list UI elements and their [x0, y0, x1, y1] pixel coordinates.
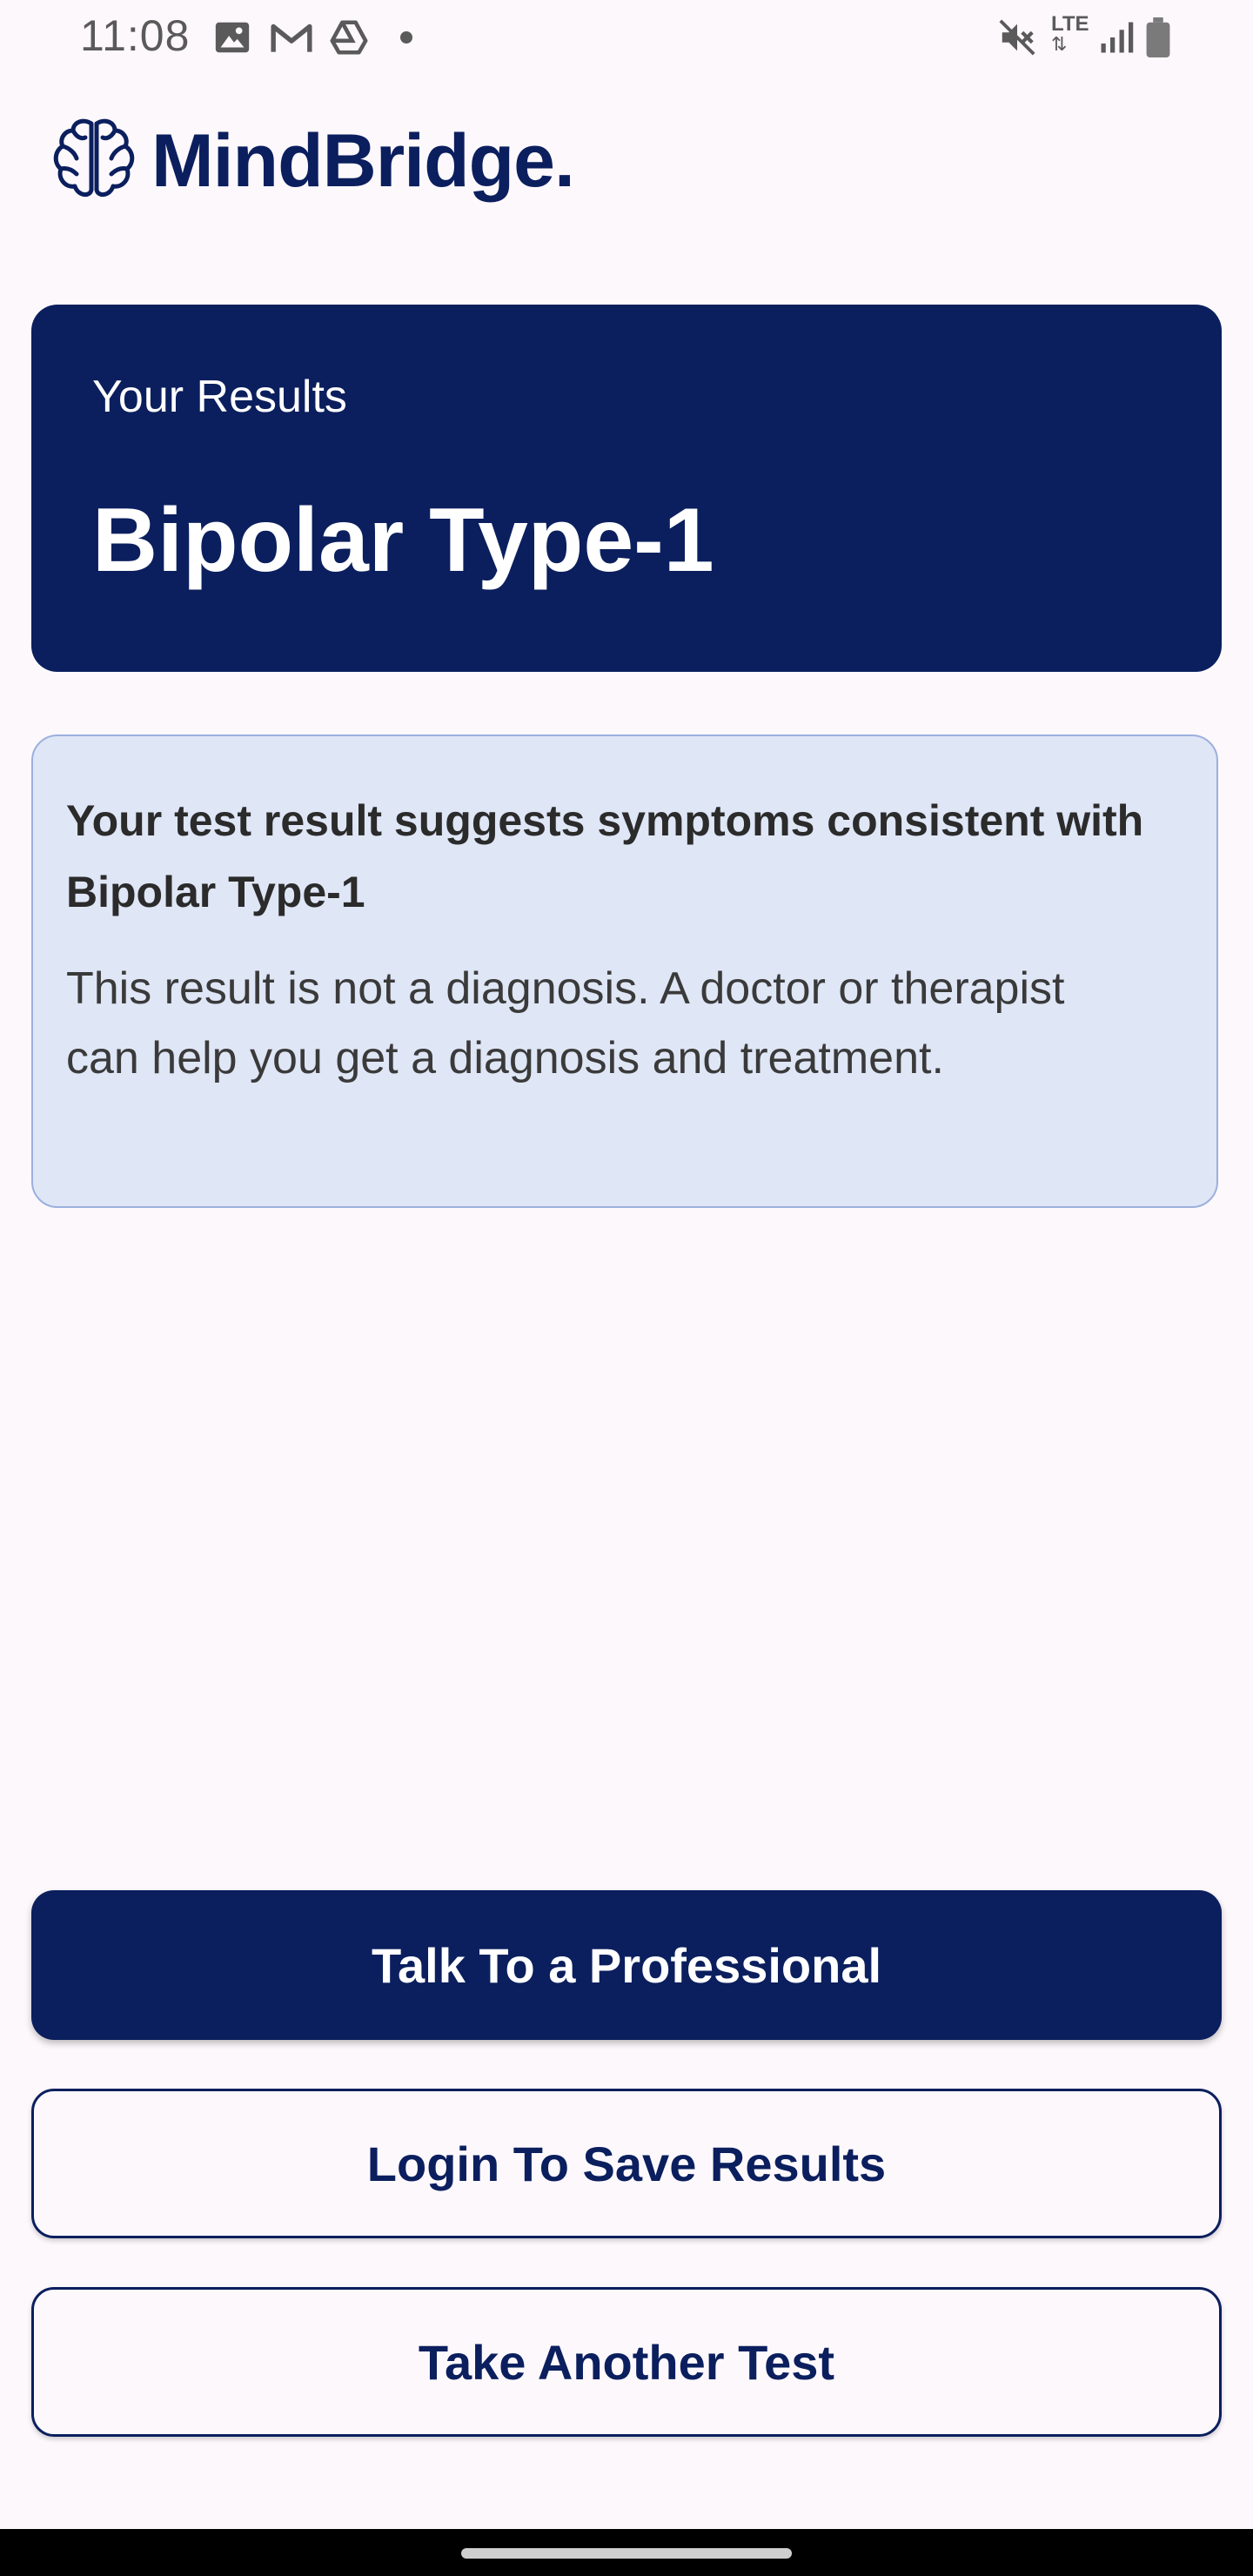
brain-icon — [53, 118, 135, 197]
results-label: Your Results — [92, 372, 347, 422]
results-value: Bipolar Type-1 — [92, 490, 714, 591]
lte-label: LTE — [1051, 12, 1089, 36]
home-gesture-handle[interactable] — [461, 2548, 792, 2559]
login-save-results-button[interactable]: Login To Save Results — [31, 2089, 1222, 2238]
signal-icon — [1101, 22, 1134, 53]
results-card: Your Results Bipolar Type-1 — [31, 305, 1222, 672]
notification-dot — [400, 31, 412, 44]
mute-icon — [999, 19, 1035, 56]
app-logo-text: MindBridge. — [151, 119, 575, 203]
navigation-bar — [0, 2529, 1253, 2576]
talk-to-professional-button[interactable]: Talk To a Professional — [31, 1890, 1222, 2040]
lte-arrows-icon: ⇅ — [1051, 33, 1068, 55]
take-another-test-button[interactable]: Take Another Test — [31, 2287, 1222, 2437]
info-card: Your test result suggests symptoms consi… — [31, 735, 1218, 1208]
battery-icon — [1146, 17, 1170, 57]
info-body: This result is not a diagnosis. A doctor… — [66, 963, 1065, 1083]
status-bar: 11:08 LTE ⇅ — [0, 0, 1253, 75]
lte-icon: LTE ⇅ — [1051, 14, 1091, 57]
status-time: 11:08 — [80, 11, 191, 60]
image-icon — [215, 22, 250, 53]
drive-icon — [330, 20, 368, 55]
gmail-icon — [271, 23, 312, 52]
info-title: Your test result suggests symptoms consi… — [66, 796, 1144, 916]
